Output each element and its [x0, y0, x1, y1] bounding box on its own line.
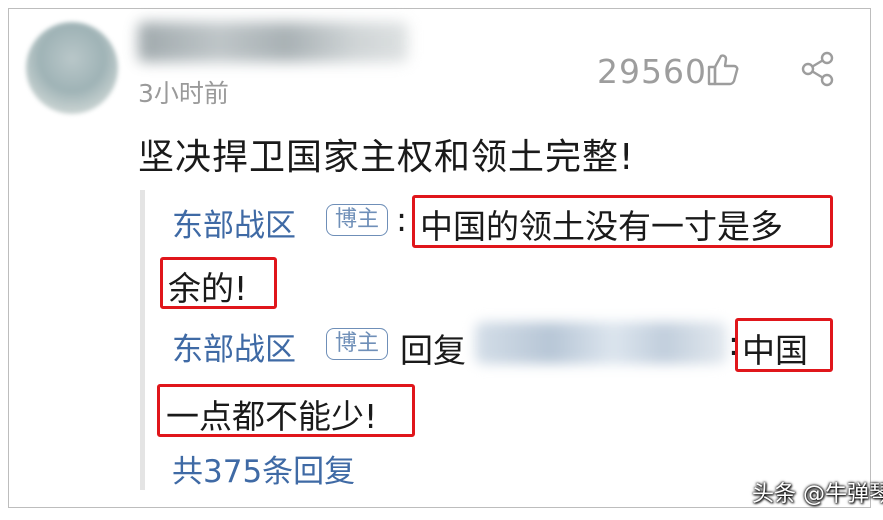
comment-time: 3小时前 [138, 79, 229, 108]
highlight-box [160, 257, 277, 309]
author-badge: 博主 [326, 204, 388, 236]
highlight-box [735, 318, 833, 372]
highlight-box [412, 195, 833, 248]
reply-to-label: 回复 [400, 331, 466, 370]
replied-username-blurred[interactable] [475, 322, 727, 364]
like-count: 29560 [597, 52, 707, 91]
like-icon[interactable] [705, 52, 741, 88]
comment-text: 坚决捍卫国家主权和领土完整! [138, 137, 635, 178]
avatar[interactable] [26, 22, 118, 114]
reply-author[interactable]: 东部战区 [172, 200, 296, 245]
reply-thread-bar [140, 190, 145, 490]
reply-separator: : [396, 200, 408, 239]
share-icon[interactable] [800, 50, 836, 88]
highlight-box [157, 384, 415, 437]
view-more-replies-link[interactable]: 共375条回复 [172, 446, 355, 491]
reply-author[interactable]: 东部战区 [172, 324, 296, 369]
watermark: 头条 @牛弹琴 [752, 482, 883, 507]
username-blurred[interactable] [138, 22, 408, 62]
author-badge: 博主 [326, 328, 388, 360]
